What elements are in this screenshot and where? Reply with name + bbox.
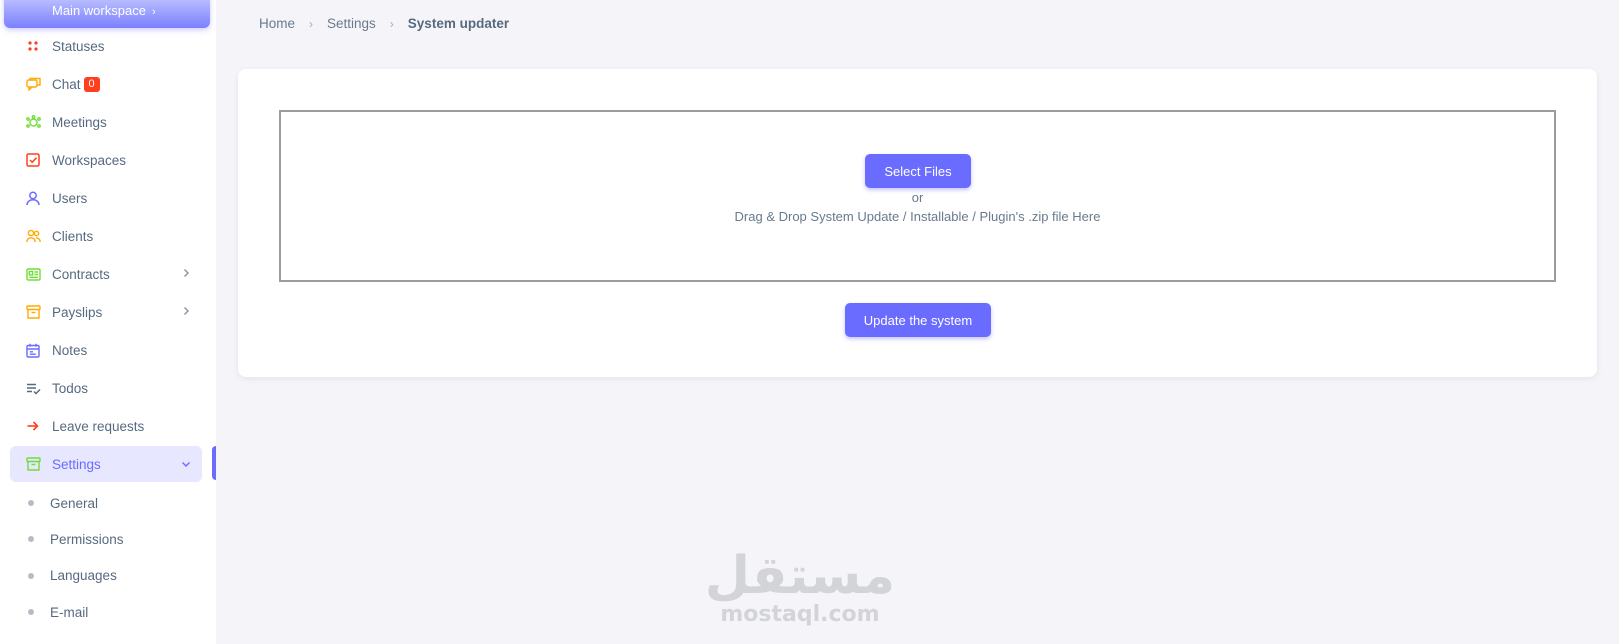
sidebar-subitem-languages[interactable]: Languages [0,558,216,594]
users-group-icon [25,228,41,244]
chevron-right-icon [180,267,192,279]
sidebar-menu: Statuses Chat 0 Meetings Workspaces User… [0,27,216,630]
sidebar-item-leave-requests[interactable]: Leave requests [10,407,202,445]
workspace-switcher-label: Main workspace [52,3,146,18]
mostaql-watermark: مستقل mostaql.com [700,548,900,628]
sidebar-item-settings[interactable]: Settings [10,446,202,482]
breadcrumb-home[interactable]: Home [259,16,295,31]
workspace-switcher[interactable]: Main workspace › [4,0,210,28]
update-system-button[interactable]: Update the system [845,303,991,337]
sidebar-item-label: Todos [52,380,89,396]
sidebar-subitem-label: E-mail [50,604,89,620]
arrow-right-icon [25,418,41,434]
list-check-icon [25,380,41,396]
sidebar-item-label: Settings [52,456,101,472]
sidebar-item-payslips[interactable]: Payslips [10,293,202,331]
sidebar-item-notes[interactable]: Notes [10,331,202,369]
chevron-right-icon: › [389,16,394,31]
sidebar-item-statuses[interactable]: Statuses [10,27,202,65]
chat-icon [25,76,41,92]
user-icon [25,190,41,206]
settings-box-icon [25,456,41,472]
active-menu-indicator [212,446,216,480]
sidebar-subitem-label: Languages [50,568,117,584]
sidebar-item-contracts[interactable]: Contracts [10,255,202,293]
chevron-right-icon: › [151,6,156,18]
dropzone-message: Drag & Drop System Update / Installable … [734,209,1101,224]
chevron-right-icon [180,305,192,317]
sidebar-item-meetings[interactable]: Meetings [10,103,202,141]
sidebar-item-label: Clients [52,228,94,244]
calendar-note-icon [25,342,41,358]
sidebar-item-label: Statuses [52,38,105,54]
sidebar: Main workspace › Statuses Chat 0 Meetings [0,0,216,644]
file-dropzone[interactable]: or Drag & Drop System Update / Installab… [279,110,1556,282]
sidebar-subitem-permissions[interactable]: Permissions [0,521,216,557]
sidebar-item-label: Payslips [52,304,103,320]
breadcrumb-current: System updater [407,16,510,31]
select-files-button[interactable]: Select Files [865,154,971,188]
sidebar-item-label: Notes [52,342,88,358]
bullet-dot-icon [28,500,34,507]
watermark-arabic: مستقل [704,546,896,606]
sidebar-item-clients[interactable]: Clients [10,217,202,255]
sidebar-item-label: Contracts [52,266,110,282]
bullet-dot-icon [28,572,34,579]
sidebar-item-label: Users [52,190,88,206]
meetings-icon [25,114,41,130]
watermark-latin: mostaql.com [720,602,880,627]
sidebar-item-label: Leave requests [52,418,145,434]
sidebar-item-chat[interactable]: Chat 0 [10,65,202,103]
sidebar-item-workspaces[interactable]: Workspaces [10,141,202,179]
check-square-icon [25,152,41,168]
sidebar-item-label: Meetings [52,114,107,130]
breadcrumb: Home › Settings › System updater [259,16,509,31]
breadcrumb-settings[interactable]: Settings [327,16,376,31]
chevron-down-icon [180,458,192,470]
sidebar-item-label: Chat [52,76,81,92]
sidebar-subitem-email[interactable]: E-mail [0,594,216,630]
sidebar-subitem-label: General [50,495,99,511]
sidebar-item-todos[interactable]: Todos [10,369,202,407]
bullet-dot-icon [28,536,34,543]
sidebar-subitem-label: Permissions [50,531,124,547]
chat-count-badge: 0 [83,76,100,92]
updater-card: or Drag & Drop System Update / Installab… [238,69,1597,377]
sidebar-item-label: Workspaces [52,152,127,168]
id-card-icon [25,266,41,282]
dropzone-or-text: or [911,190,924,205]
sidebar-subitem-general[interactable]: General [0,485,216,521]
archive-box-icon [25,304,41,320]
bullet-dot-icon [28,609,34,616]
grid-dots-icon [25,38,41,54]
chevron-right-icon: › [309,16,314,31]
sidebar-item-users[interactable]: Users [10,179,202,217]
